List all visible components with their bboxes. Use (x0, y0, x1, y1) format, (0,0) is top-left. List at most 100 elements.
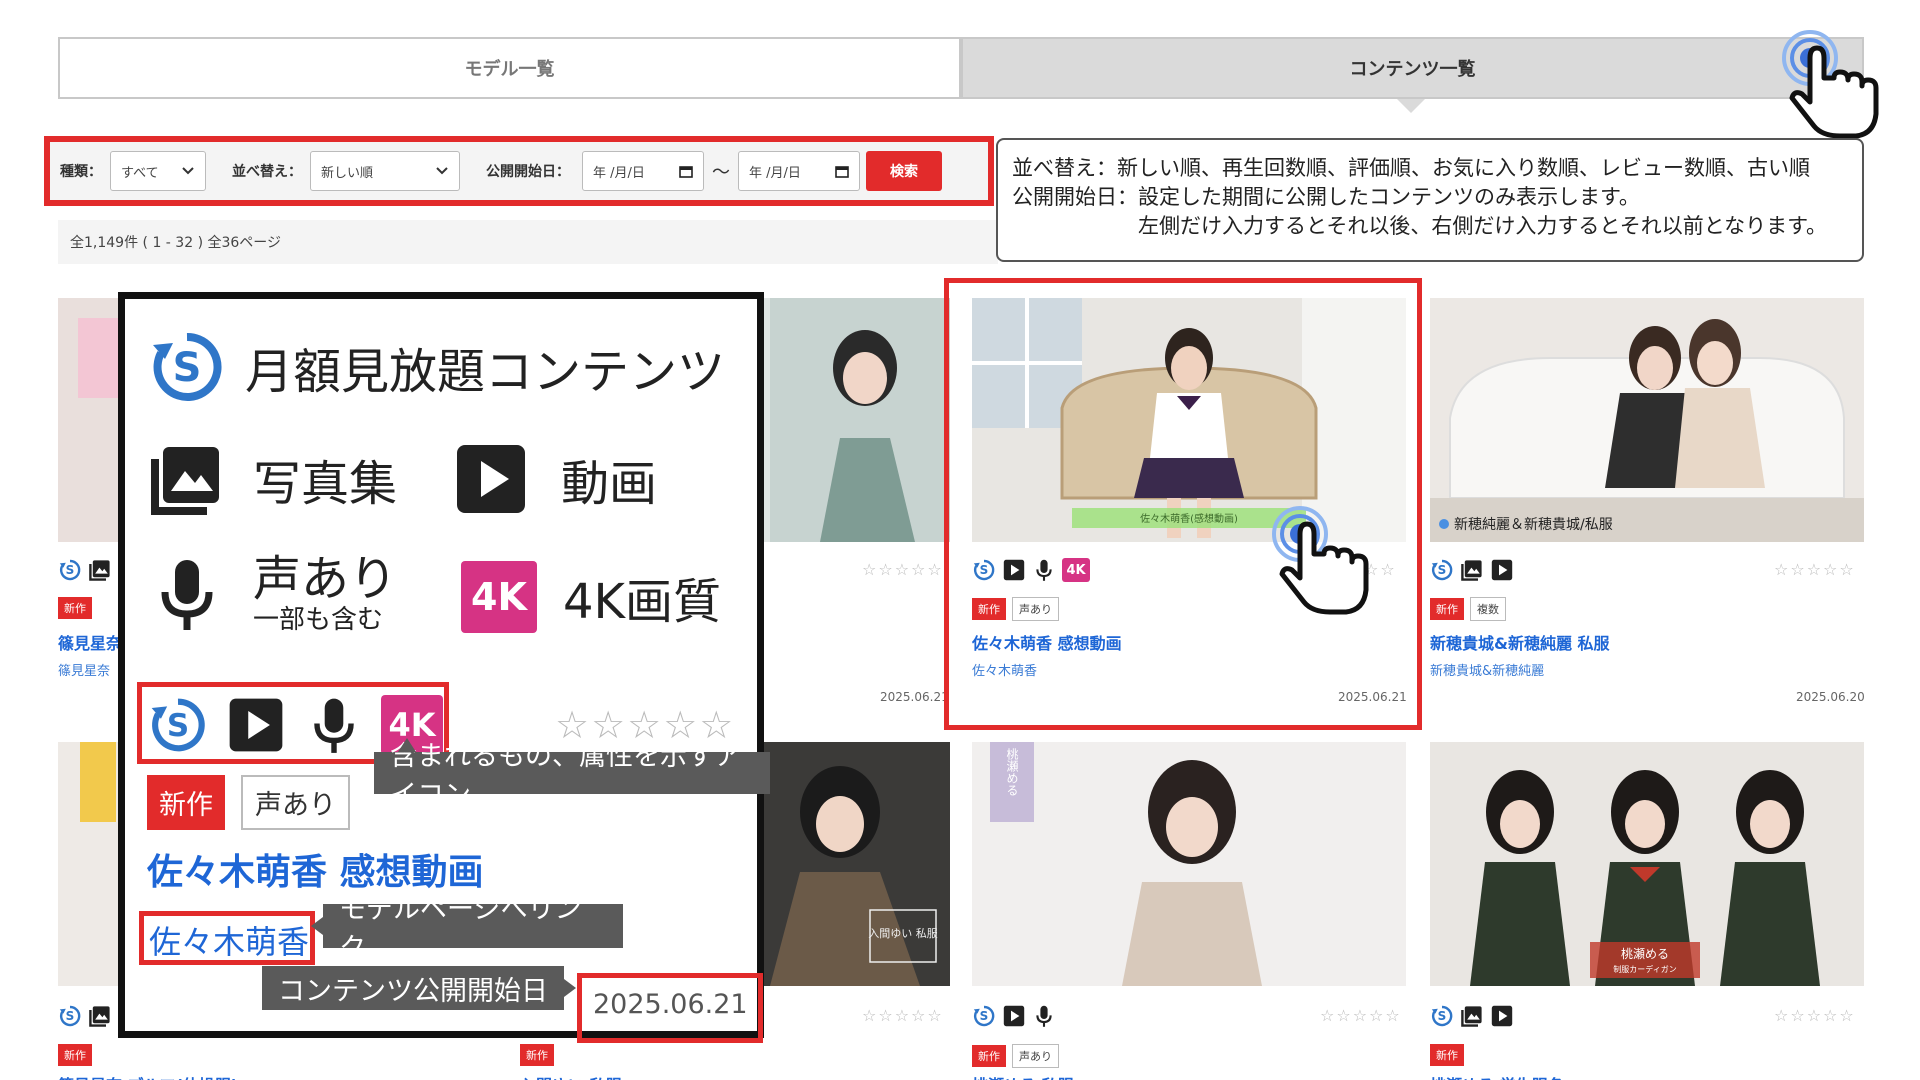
card-tags: 新作 (520, 1044, 560, 1066)
type-select-value: すべて (121, 165, 159, 181)
photo-icon (1460, 1004, 1484, 1028)
rating-stars: ☆☆☆☆☆ (1774, 560, 1856, 579)
card-icons (1430, 558, 1514, 582)
microphone-icon (1032, 1004, 1056, 1028)
card-title[interactable]: 篠見星奈 ブルマ(体操服) (58, 1072, 238, 1080)
date-to-input[interactable]: 年 /月/日 (738, 151, 860, 191)
card-tags: 新作 声あり (972, 1044, 1065, 1068)
card-icons (972, 1004, 1056, 1028)
card-tags: 新作 (1430, 1044, 1470, 1066)
rating-stars: ☆☆☆☆☆ (1774, 1006, 1856, 1025)
result-count: 全1,149件 ( 1 - 32 ) 全36ページ (58, 220, 998, 264)
pointer-hand-icon (1272, 506, 1369, 615)
photo-icon (147, 439, 227, 519)
rating-stars: ☆☆☆☆☆ (1320, 1006, 1402, 1025)
sort-label: 並べ替え： (232, 164, 302, 180)
explanation-date-detail: 左側だけ入力するとそれ以後、右側だけ入力するとそれ以前となります。 (1138, 214, 1828, 238)
thumbnail-image: 桃瀬める (972, 742, 1406, 986)
card-date: 2025.06.21 (880, 690, 949, 704)
rating-stars: ☆☆☆☆☆ (862, 1006, 944, 1025)
card-title[interactable]: 桃瀬める 私服 (972, 1072, 1074, 1080)
legend-4k-label: 4K画質 (563, 574, 722, 630)
card-title[interactable]: 桃瀬める 学生服冬 (1430, 1072, 1564, 1080)
calendar-icon (835, 166, 849, 178)
legend-voice-note: 一部も含む (253, 605, 384, 636)
photo-icon (1460, 558, 1484, 582)
voice-tag: 声あり (241, 775, 350, 830)
new-tag: 新作 (1430, 598, 1464, 620)
4k-badge: 4K (1062, 558, 1090, 582)
type-label: 種類： (60, 164, 102, 180)
filter-bar: 種類： すべて 並べ替え： 新しい順 公開開始日： 年 /月/日 〜 年 /月/… (44, 136, 994, 206)
thumbnail-image: 新穂純麗＆新穂貴城/私服 (1430, 298, 1864, 542)
legend-photo-label: 写真集 (253, 456, 398, 512)
callout-pointer (311, 917, 323, 935)
explanation-date: 公開開始日：設定した期間に公開したコンテンツのみ表示します。 (1012, 185, 1640, 209)
card-tags: 新作 (58, 1044, 98, 1066)
card-title[interactable]: 佐々木萌香 感想動画 (972, 630, 1122, 654)
4k-badge: 4K (461, 561, 537, 633)
sort-select-value: 新しい順 (321, 165, 374, 181)
date-from-input[interactable]: 年 /月/日 (582, 151, 704, 191)
video-icon (451, 439, 531, 519)
card-model-link[interactable]: 佐々木萌香 (972, 660, 1037, 679)
card-date: 2025.06.21 (593, 989, 748, 1020)
new-tag: 新作 (58, 1044, 92, 1066)
subscription-icon (147, 327, 227, 407)
card-title[interactable]: 入間ゆい 私服 (520, 1072, 622, 1080)
voice-tag: 声あり (1012, 1044, 1059, 1068)
card-model-link[interactable]: 篠見星奈 (58, 660, 110, 679)
microphone-icon (147, 549, 227, 639)
result-count-text: 全1,149件 ( 1 - 32 ) 全36ページ (70, 235, 282, 251)
thumbnail-caption: 桃瀬める (1621, 946, 1669, 961)
thumbnail-image: 桃瀬める制服カーディガン (1430, 742, 1864, 986)
card-model-link[interactable]: 佐々木萌香 (149, 917, 309, 963)
sort-select[interactable]: 新しい順 (310, 151, 460, 191)
new-tag: 新作 (1430, 1044, 1464, 1066)
card-title[interactable]: 新穂貴城&新穂純麗 私服 (1430, 630, 1610, 654)
date-callout-text: コンテンツ公開開始日 (278, 975, 548, 1007)
tab-contents[interactable]: コンテンツ一覧 (961, 37, 1864, 99)
video-icon (1490, 558, 1514, 582)
video-icon (225, 694, 287, 756)
new-tag: 新作 (520, 1044, 554, 1066)
subscription-icon (58, 1004, 82, 1028)
card-tags: 新作 声あり (972, 597, 1065, 621)
card-date: 2025.06.20 (1796, 690, 1865, 704)
subscription-icon (147, 694, 209, 756)
date-from-placeholder: 年 /月/日 (593, 165, 645, 181)
content-card[interactable]: 新穂純麗＆新穂貴城/私服 (1430, 298, 1864, 546)
card-tags: 新作 (58, 597, 98, 619)
date-callout: コンテンツ公開開始日 (262, 966, 564, 1010)
icons-callout-text: 含まれるもの、属性を示すアイコン (390, 741, 741, 811)
photo-icon (88, 558, 112, 582)
card-model-link[interactable]: 新穂貴城&新穂純麗 (1430, 660, 1544, 679)
card-title[interactable]: 篠見星奈 (58, 630, 122, 654)
icons-callout: 含まれるもの、属性を示すアイコン (374, 741, 770, 811)
thumbnail-caption: 佐々木萌香(感想動画) (1140, 512, 1238, 525)
voice-tag: 声あり (1012, 597, 1059, 621)
active-tab-indicator (1397, 99, 1425, 113)
type-select[interactable]: すべて (110, 151, 206, 191)
card-date: 2025.06.21 (1338, 690, 1407, 704)
rating-stars: ☆☆☆☆☆ (862, 560, 944, 579)
callout-pointer (564, 979, 576, 997)
date-label: 公開開始日： (486, 164, 570, 180)
subscription-icon (1430, 558, 1454, 582)
thumbnail-caption-sub: 制服カーディガン (1613, 964, 1676, 974)
search-button[interactable]: 検索 (866, 151, 942, 191)
card-icons (58, 1004, 112, 1028)
microphone-icon (303, 694, 365, 756)
callout-pointer (398, 738, 416, 752)
legend-video-label: 動画 (561, 456, 658, 512)
chevron-down-icon (182, 167, 194, 175)
new-tag: 新作 (972, 1045, 1006, 1067)
tab-models[interactable]: モデル一覧 (58, 37, 961, 99)
new-tag: 新作 (972, 598, 1006, 620)
thumbnail-caption: 新穂純麗＆新穂貴城/私服 (1454, 517, 1613, 533)
subscription-icon (972, 558, 996, 582)
thumbnail-caption: 桃瀬める (1005, 747, 1019, 796)
date-range-separator: 〜 (712, 162, 730, 183)
video-icon (1002, 1004, 1026, 1028)
microphone-icon (1032, 558, 1056, 582)
